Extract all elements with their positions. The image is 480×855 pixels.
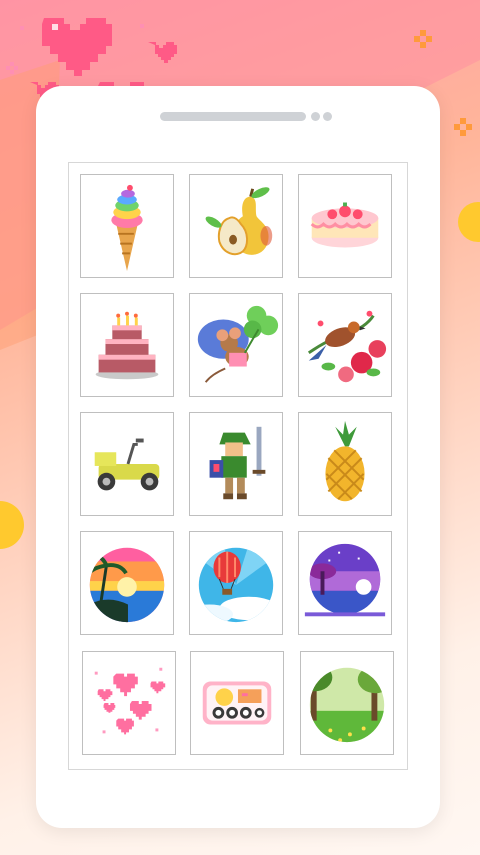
phone-sensor-dot bbox=[323, 112, 332, 121]
gallery-tile-layered-birthday-cake[interactable] bbox=[80, 293, 174, 397]
forest-meadow-icon bbox=[309, 667, 385, 743]
gallery-tile-pear[interactable] bbox=[189, 174, 283, 278]
gallery-tile-rainbow-ice-cream[interactable] bbox=[80, 174, 174, 278]
strawberry-cake-icon bbox=[310, 202, 379, 248]
gallery-tile-bento-box[interactable] bbox=[190, 651, 284, 755]
phone-camera-dot bbox=[311, 112, 320, 121]
gallery-tile-sunset-island[interactable] bbox=[80, 531, 174, 635]
gallery-tile-strawberry-cake[interactable] bbox=[298, 174, 392, 278]
purple-night-landscape-icon bbox=[304, 543, 386, 617]
mouse-with-clover-icon bbox=[197, 305, 279, 383]
pear-icon bbox=[205, 187, 273, 256]
gallery-tile-forest-meadow[interactable] bbox=[300, 651, 394, 755]
gallery-tile-elf-warrior[interactable] bbox=[189, 412, 283, 516]
gallery-tile-purple-night-landscape[interactable] bbox=[298, 531, 392, 635]
bird-with-roses-icon bbox=[307, 310, 387, 383]
gallery-tile-mouse-with-clover[interactable] bbox=[189, 293, 283, 397]
gallery-tile-bird-with-roses[interactable] bbox=[298, 293, 392, 397]
hot-air-balloon-icon bbox=[198, 547, 274, 623]
pineapple-icon bbox=[325, 420, 365, 502]
gallery-tile-pineapple[interactable] bbox=[298, 412, 392, 516]
lawn-mower-icon bbox=[94, 438, 160, 491]
bento-box-icon bbox=[202, 681, 272, 725]
pink-hearts-icon bbox=[94, 667, 166, 735]
gallery-tile-lawn-mower[interactable] bbox=[80, 412, 174, 516]
gallery-tile-hot-air-balloon[interactable] bbox=[189, 531, 283, 635]
sunset-island-icon bbox=[89, 547, 165, 623]
phone-speaker-bar bbox=[160, 112, 306, 121]
layered-birthday-cake-icon bbox=[95, 311, 159, 380]
gallery-tile-pink-hearts[interactable] bbox=[82, 651, 176, 755]
rainbow-ice-cream-icon bbox=[111, 184, 143, 272]
elf-warrior-icon bbox=[209, 426, 266, 500]
